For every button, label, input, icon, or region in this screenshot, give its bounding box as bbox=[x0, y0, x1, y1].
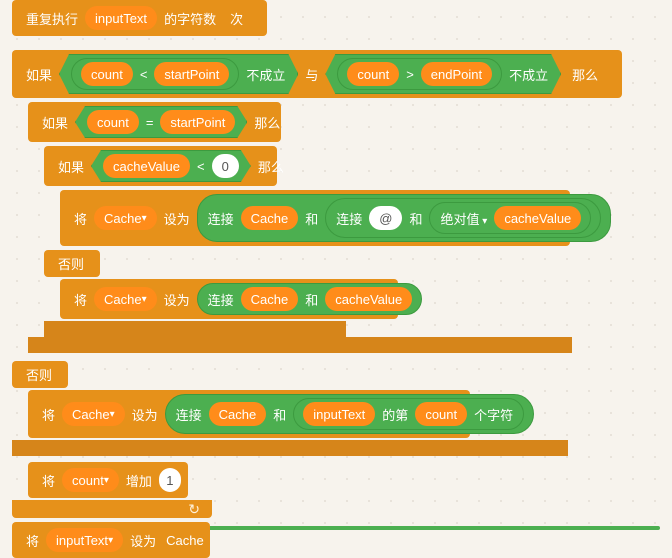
change-block[interactable]: 将 count 增加 1 bbox=[28, 462, 188, 498]
else-block-2[interactable]: 否则 bbox=[12, 361, 68, 388]
set1-l: 将 bbox=[74, 209, 87, 228]
cond2-op: > bbox=[406, 67, 414, 82]
set2-to: 设为 bbox=[164, 290, 190, 309]
cond1-a[interactable]: count bbox=[81, 62, 133, 86]
cond3-op: = bbox=[146, 115, 154, 130]
inc-var[interactable]: count bbox=[62, 468, 119, 492]
set2-and: 和 bbox=[305, 290, 318, 309]
if3-end bbox=[44, 321, 346, 337]
cond2-hex[interactable]: count > endPoint 不成立 bbox=[325, 54, 561, 94]
set3-suf: 个字符 bbox=[474, 405, 513, 424]
conj: 与 bbox=[305, 65, 318, 84]
set2-join[interactable]: 连接 Cache 和 cacheValue bbox=[197, 283, 423, 315]
cond3-b[interactable]: startPoint bbox=[160, 110, 235, 134]
repeat-label: 重复执行 bbox=[26, 9, 78, 28]
cond4-hex[interactable]: cacheValue < 0 bbox=[91, 150, 251, 182]
if1-end bbox=[12, 440, 568, 456]
set4-val: Cache bbox=[166, 533, 204, 548]
repeat-end: ↻ bbox=[12, 500, 212, 518]
if3-label: 如果 bbox=[58, 157, 84, 176]
cond3-hex[interactable]: count = startPoint bbox=[75, 106, 247, 138]
repeat-right: 次 bbox=[230, 9, 243, 28]
set2-var[interactable]: Cache bbox=[94, 287, 157, 311]
set1-and1: 和 bbox=[305, 209, 318, 228]
set1-fn[interactable]: 绝对值 bbox=[440, 209, 487, 228]
set4-l: 将 bbox=[26, 531, 39, 550]
set3-var[interactable]: Cache bbox=[62, 402, 125, 426]
then3: 那么 bbox=[258, 157, 284, 176]
cond4-op: < bbox=[197, 159, 205, 174]
set3-p1[interactable]: Cache bbox=[209, 402, 267, 426]
inc-l: 将 bbox=[42, 471, 55, 490]
if-block-3[interactable]: 如果 cacheValue < 0 那么 bbox=[44, 146, 277, 186]
inc-action: 增加 bbox=[126, 471, 152, 490]
cond4-b[interactable]: 0 bbox=[212, 154, 239, 178]
cond4-a[interactable]: cacheValue bbox=[103, 154, 190, 178]
then1: 那么 bbox=[572, 65, 598, 84]
cond1-hex[interactable]: count < startPoint 不成立 bbox=[59, 54, 298, 94]
cond1-suffix: 不成立 bbox=[246, 65, 285, 84]
cond3-a[interactable]: count bbox=[87, 110, 139, 134]
set3-mid: 的第 bbox=[382, 405, 408, 424]
set1-to: 设为 bbox=[164, 209, 190, 228]
set3-join[interactable]: 连接 Cache 和 inputText 的第 count 个字符 bbox=[165, 394, 535, 434]
inc-val[interactable]: 1 bbox=[159, 468, 181, 492]
else1-l: 否则 bbox=[58, 254, 84, 273]
if-block-1[interactable]: 如果 count < startPoint 不成立 与 count > endP… bbox=[12, 50, 622, 98]
repeat-mid: 的字符数 bbox=[164, 9, 216, 28]
if-block-2[interactable]: 如果 count = startPoint 那么 bbox=[28, 102, 281, 142]
set3-p2[interactable]: inputText bbox=[303, 402, 375, 426]
set2-l: 将 bbox=[74, 290, 87, 309]
set1-var[interactable]: Cache bbox=[94, 206, 157, 230]
set-block-2[interactable]: 将 Cache 设为 连接 Cache 和 cacheValue bbox=[60, 279, 398, 319]
set-block-3[interactable]: 将 Cache 设为 连接 Cache 和 inputText 的第 count… bbox=[28, 390, 470, 438]
set1-join1[interactable]: 连接 Cache 和 连接 @ 和 绝对值 cacheValue bbox=[197, 194, 612, 242]
set1-join2[interactable]: 连接 @ 和 绝对值 cacheValue bbox=[325, 198, 601, 238]
set3-l: 将 bbox=[42, 405, 55, 424]
if2-end bbox=[28, 337, 572, 353]
set2-p1[interactable]: Cache bbox=[241, 287, 299, 311]
set1-j1: 连接 bbox=[208, 209, 234, 228]
set1-p1[interactable]: Cache bbox=[241, 206, 299, 230]
cond2-suffix: 不成立 bbox=[509, 65, 548, 84]
else2-l: 否则 bbox=[26, 365, 52, 384]
set2-j: 连接 bbox=[208, 290, 234, 309]
set3-p3[interactable]: count bbox=[415, 402, 467, 426]
cond2-inner: count > endPoint bbox=[337, 58, 502, 90]
else-block-1[interactable]: 否则 bbox=[44, 250, 100, 277]
set3-char[interactable]: inputText 的第 count 个字符 bbox=[293, 398, 524, 430]
cond1-b[interactable]: startPoint bbox=[154, 62, 229, 86]
set1-p2[interactable]: @ bbox=[369, 206, 402, 230]
set3-j: 连接 bbox=[176, 405, 202, 424]
if-label: 如果 bbox=[26, 65, 52, 84]
cond1-op: < bbox=[140, 67, 148, 82]
set1-abs[interactable]: 绝对值 cacheValue bbox=[429, 202, 591, 234]
set4-to: 设为 bbox=[130, 531, 156, 550]
then2: 那么 bbox=[254, 113, 280, 132]
set2-p2[interactable]: cacheValue bbox=[325, 287, 412, 311]
set-block-1[interactable]: 将 Cache 设为 连接 Cache 和 连接 @ 和 绝对值 cacheVa… bbox=[60, 190, 570, 246]
loop-arrow-icon: ↻ bbox=[188, 501, 200, 518]
set1-j2: 连接 bbox=[336, 209, 362, 228]
repeat-block[interactable]: 重复执行 inputText 的字符数 次 bbox=[12, 0, 267, 36]
set1-and2: 和 bbox=[409, 209, 422, 228]
var-inputtext[interactable]: inputText bbox=[85, 6, 157, 30]
cond1-inner: count < startPoint bbox=[71, 58, 239, 90]
if2-label: 如果 bbox=[42, 113, 68, 132]
set-block-4[interactable]: 将 inputText 设为 Cache bbox=[12, 522, 210, 558]
set3-to: 设为 bbox=[132, 405, 158, 424]
set3-and: 和 bbox=[273, 405, 286, 424]
set4-var[interactable]: inputText bbox=[46, 528, 123, 552]
set1-p3[interactable]: cacheValue bbox=[494, 206, 581, 230]
cond2-a[interactable]: count bbox=[347, 62, 399, 86]
cond2-b[interactable]: endPoint bbox=[421, 62, 492, 86]
